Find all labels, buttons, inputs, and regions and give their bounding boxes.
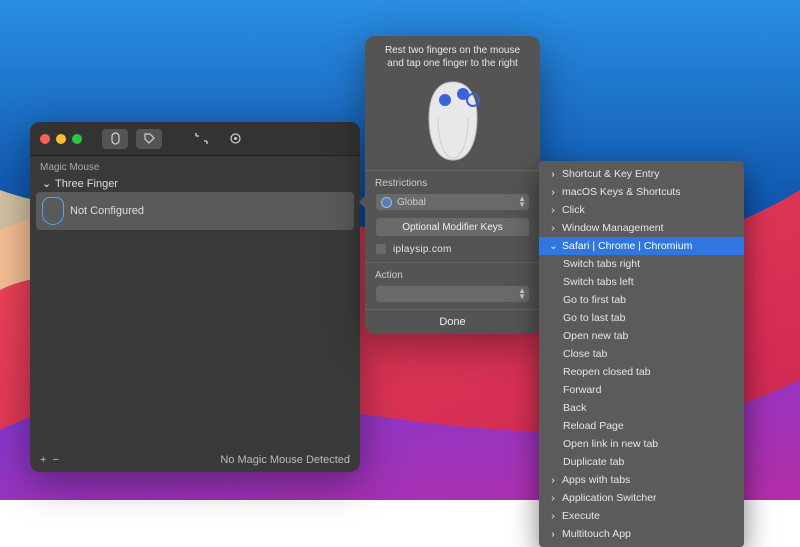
menu-item[interactable]: Switch tabs left xyxy=(539,273,744,291)
menu-item[interactable]: Go to last tab xyxy=(539,309,744,327)
menu-item[interactable]: Close tab xyxy=(539,345,744,363)
dock-checkbox[interactable] xyxy=(375,243,387,255)
menu-item[interactable]: Go to first tab xyxy=(539,291,744,309)
done-button[interactable]: Done xyxy=(423,316,483,328)
modifier-keys-button[interactable]: Optional Modifier Keys xyxy=(375,217,530,237)
menu-item[interactable]: Reopen closed tab xyxy=(539,363,744,381)
menu-item-label: Window Management xyxy=(562,221,664,235)
titlebar xyxy=(30,122,360,156)
action-select[interactable]: ▲▼ xyxy=(375,285,530,303)
chevron-right-icon: › xyxy=(549,221,557,235)
menu-item[interactable]: › Application Switcher xyxy=(539,489,744,507)
menu-item-label: macOS Keys & Shortcuts xyxy=(562,185,680,199)
menu-item-label: Apps with tabs xyxy=(562,473,630,487)
window-footer: + − No Magic Mouse Detected xyxy=(30,450,360,472)
add-button[interactable]: + xyxy=(40,454,46,466)
globe-icon xyxy=(381,197,392,208)
gesture-popover: Rest two fingers on the mouse and tap on… xyxy=(365,36,540,334)
group-label: Three Finger xyxy=(55,178,118,190)
chevron-right-icon: › xyxy=(549,491,557,505)
mouse-gesture-graphic xyxy=(411,78,495,164)
remove-button[interactable]: − xyxy=(52,454,58,466)
device-header: Magic Mouse xyxy=(30,156,360,175)
toolbar-settings-tab[interactable] xyxy=(222,129,248,149)
chevron-right-icon: › xyxy=(549,185,557,199)
chevron-down-icon: ⌄ xyxy=(549,239,557,253)
traffic-minimize-icon[interactable] xyxy=(56,134,66,144)
action-context-menu: › Shortcut & Key Entry › macOS Keys & Short… xyxy=(539,161,744,547)
toolbar-mouse-tab[interactable] xyxy=(102,129,128,149)
scope-select[interactable]: Global ▲▼ xyxy=(375,193,530,211)
toolbar-expand-tab[interactable] xyxy=(188,129,214,149)
traffic-close-icon[interactable] xyxy=(40,134,50,144)
menu-item[interactable]: Open link in new tab xyxy=(539,435,744,453)
menu-item[interactable]: › Apps with tabs xyxy=(539,471,744,489)
mouse-outline-icon xyxy=(42,197,64,225)
menu-item-label: Safari | Chrome | Chromium xyxy=(562,239,692,253)
menu-item-label: Shortcut & Key Entry xyxy=(562,167,659,181)
menu-item[interactable]: ⌄ Safari | Chrome | Chromium xyxy=(539,237,744,255)
menu-item-label: Click xyxy=(562,203,585,217)
chevron-right-icon: › xyxy=(549,203,557,217)
menu-item[interactable]: Duplicate tab xyxy=(539,453,744,471)
chevron-down-icon: ⌄ xyxy=(42,177,50,190)
menu-item[interactable]: Switch tabs right xyxy=(539,255,744,273)
tree-item-label: Not Configured xyxy=(70,205,144,217)
menu-item[interactable]: › Multitouch App xyxy=(539,525,744,543)
chevron-right-icon: › xyxy=(549,167,557,181)
gesture-tree: ⌄ Three Finger Not Configured xyxy=(30,175,360,230)
menu-item[interactable]: Reload Page xyxy=(539,417,744,435)
chevron-right-icon: › xyxy=(549,509,557,523)
menu-item[interactable]: Open new tab xyxy=(539,327,744,345)
chevron-right-icon: › xyxy=(549,473,557,487)
traffic-zoom-icon[interactable] xyxy=(72,134,82,144)
hint-line-2: and tap one finger to the right xyxy=(379,57,526,70)
menu-item-label: Execute xyxy=(562,509,600,523)
menu-item-label: Multitouch App xyxy=(562,527,631,541)
preferences-window: Magic Mouse ⌄ Three Finger Not Configure… xyxy=(30,122,360,472)
action-label: Action xyxy=(365,266,540,285)
menu-item[interactable]: › Click xyxy=(539,201,744,219)
toolbar-tag-tab[interactable] xyxy=(136,129,162,149)
menu-item[interactable]: Back xyxy=(539,399,744,417)
scope-value: Global xyxy=(397,197,426,208)
menu-item[interactable]: › Shortcut & Key Entry xyxy=(539,165,744,183)
tree-group-three-finger[interactable]: ⌄ Three Finger xyxy=(36,175,354,192)
restrictions-label: Restrictions xyxy=(365,174,540,193)
menu-item[interactable]: › Execute xyxy=(539,507,744,525)
chevron-right-icon: › xyxy=(549,527,557,541)
menu-item-label: Application Switcher xyxy=(562,491,657,505)
tree-item-not-configured[interactable]: Not Configured xyxy=(36,192,354,230)
watermark-text: iplaysip.com xyxy=(393,244,452,255)
hint-text: Rest two fingers on the mouse and tap on… xyxy=(365,36,540,74)
stepper-icon: ▲▼ xyxy=(518,196,526,208)
menu-item[interactable]: Forward xyxy=(539,381,744,399)
status-text: No Magic Mouse Detected xyxy=(220,454,350,466)
menu-item[interactable]: › Window Management xyxy=(539,219,744,237)
menu-item[interactable]: › macOS Keys & Shortcuts xyxy=(539,183,744,201)
stepper-icon: ▲▼ xyxy=(518,288,526,300)
hint-line-1: Rest two fingers on the mouse xyxy=(379,44,526,57)
